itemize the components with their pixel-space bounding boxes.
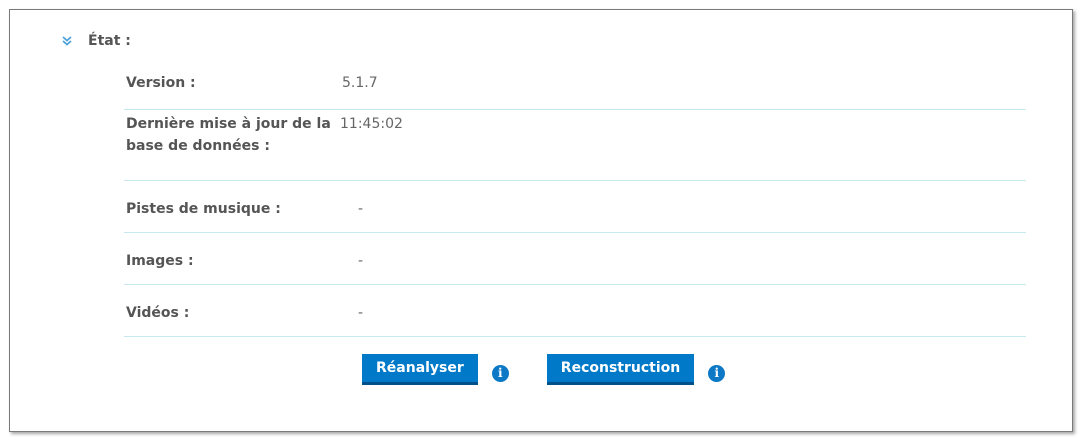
images-label: Images : xyxy=(126,253,194,269)
table-row-last-db-update: Dernière mise à jour de la base de donné… xyxy=(124,110,1026,181)
rebuild-button[interactable]: Reconstruction xyxy=(546,354,695,385)
videos-value: - xyxy=(358,305,364,321)
music-tracks-label: Pistes de musique : xyxy=(126,201,281,217)
last-db-update-label: Dernière mise à jour de la base de donné… xyxy=(126,116,331,154)
version-label: Version : xyxy=(126,75,196,91)
rescan-button[interactable]: Réanalyser xyxy=(362,354,478,385)
status-table: Version : 5.1.7 Dernière mise à jour de … xyxy=(124,58,1026,337)
table-row-music-tracks: Pistes de musique : - xyxy=(124,181,1026,233)
table-row-version: Version : 5.1.7 xyxy=(124,58,1026,110)
images-value: - xyxy=(358,253,364,269)
action-bar: Réanalyser i Reconstruction i xyxy=(362,354,726,385)
rescan-info-icon[interactable]: i xyxy=(491,365,509,382)
version-value: 5.1.7 xyxy=(342,75,378,91)
status-panel: État : Version : 5.1.7 Dernière mise à j… xyxy=(9,9,1073,432)
videos-label: Vidéos : xyxy=(126,305,190,321)
rebuild-info-icon[interactable]: i xyxy=(708,365,726,382)
table-row-images: Images : - xyxy=(124,233,1026,285)
section-header-status[interactable]: État : xyxy=(60,30,131,52)
last-db-update-value: 11:45:02 xyxy=(340,116,403,132)
music-tracks-value: - xyxy=(358,201,364,217)
chevron-down-icon[interactable] xyxy=(60,34,74,48)
section-title: État : xyxy=(88,33,131,49)
table-row-videos: Vidéos : - xyxy=(124,285,1026,337)
